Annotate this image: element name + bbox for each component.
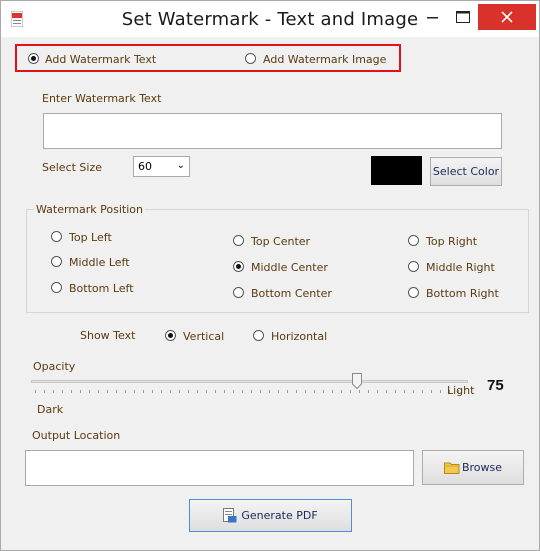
- middle-left-label[interactable]: Middle Left: [69, 256, 130, 269]
- middle-right-radio[interactable]: [408, 261, 419, 272]
- browse-label: Browse: [461, 461, 503, 474]
- add-watermark-image-label[interactable]: Add Watermark Image: [263, 53, 386, 66]
- bottom-right-radio[interactable]: [408, 287, 419, 298]
- bottom-center-label[interactable]: Bottom Center: [251, 287, 332, 300]
- bottom-left-label[interactable]: Bottom Left: [69, 282, 134, 295]
- set-watermark-window: Set Watermark - Text and Image Add Water…: [0, 0, 540, 551]
- opacity-slider-thumb[interactable]: [352, 373, 362, 389]
- opacity-dark-label: Dark: [37, 403, 64, 416]
- add-watermark-text-label[interactable]: Add Watermark Text: [45, 53, 156, 66]
- pdf-document-icon: [223, 508, 237, 523]
- bottom-left-radio[interactable]: [51, 282, 62, 293]
- middle-right-label[interactable]: Middle Right: [426, 261, 495, 274]
- maximize-icon: [456, 11, 470, 23]
- generate-pdf-button[interactable]: Generate PDF: [189, 499, 352, 532]
- select-size-label: Select Size: [42, 161, 103, 174]
- horizontal-label[interactable]: Horizontal: [271, 330, 327, 343]
- title-bar: Set Watermark - Text and Image: [1, 1, 539, 37]
- top-right-radio[interactable]: [408, 235, 419, 246]
- size-select-value: 60: [138, 160, 152, 173]
- watermark-position-title: Watermark Position: [34, 203, 145, 216]
- top-right-label[interactable]: Top Right: [426, 235, 477, 248]
- opacity-slider-track[interactable]: [31, 380, 468, 383]
- size-select[interactable]: 60 ⌄: [133, 156, 190, 177]
- middle-center-radio[interactable]: [233, 261, 244, 272]
- add-watermark-image-radio[interactable]: [245, 53, 256, 64]
- chevron-down-icon: ⌄: [176, 160, 185, 171]
- middle-left-radio[interactable]: [51, 256, 62, 267]
- bottom-center-radio[interactable]: [233, 287, 244, 298]
- opacity-label: Opacity: [33, 360, 76, 373]
- close-icon: [501, 11, 513, 23]
- top-center-label[interactable]: Top Center: [251, 235, 310, 248]
- vertical-label[interactable]: Vertical: [183, 330, 224, 343]
- opacity-light-label: Light: [447, 384, 475, 397]
- bottom-right-label[interactable]: Bottom Right: [426, 287, 499, 300]
- output-location-label: Output Location: [32, 429, 121, 442]
- output-location-input[interactable]: [25, 450, 414, 486]
- watermark-text-label: Enter Watermark Text: [42, 92, 162, 105]
- add-watermark-text-radio[interactable]: [28, 53, 39, 64]
- show-text-label: Show Text: [80, 329, 136, 342]
- color-swatch: [371, 156, 422, 185]
- top-left-label[interactable]: Top Left: [69, 231, 112, 244]
- maximize-button[interactable]: [443, 1, 483, 33]
- horizontal-radio[interactable]: [253, 330, 264, 341]
- top-center-radio[interactable]: [233, 235, 244, 246]
- folder-icon: [443, 462, 460, 474]
- opacity-slider-ticks: [35, 390, 465, 393]
- generate-pdf-label: Generate PDF: [241, 509, 318, 522]
- middle-center-label[interactable]: Middle Center: [251, 261, 328, 274]
- minimize-icon: [427, 17, 438, 19]
- top-left-radio[interactable]: [51, 231, 62, 242]
- browse-button[interactable]: Browse: [422, 450, 524, 485]
- select-color-button[interactable]: Select Color: [430, 157, 502, 186]
- watermark-text-input[interactable]: [43, 113, 502, 149]
- opacity-value: 75: [487, 377, 504, 394]
- vertical-radio[interactable]: [165, 330, 176, 341]
- close-button[interactable]: [478, 4, 536, 30]
